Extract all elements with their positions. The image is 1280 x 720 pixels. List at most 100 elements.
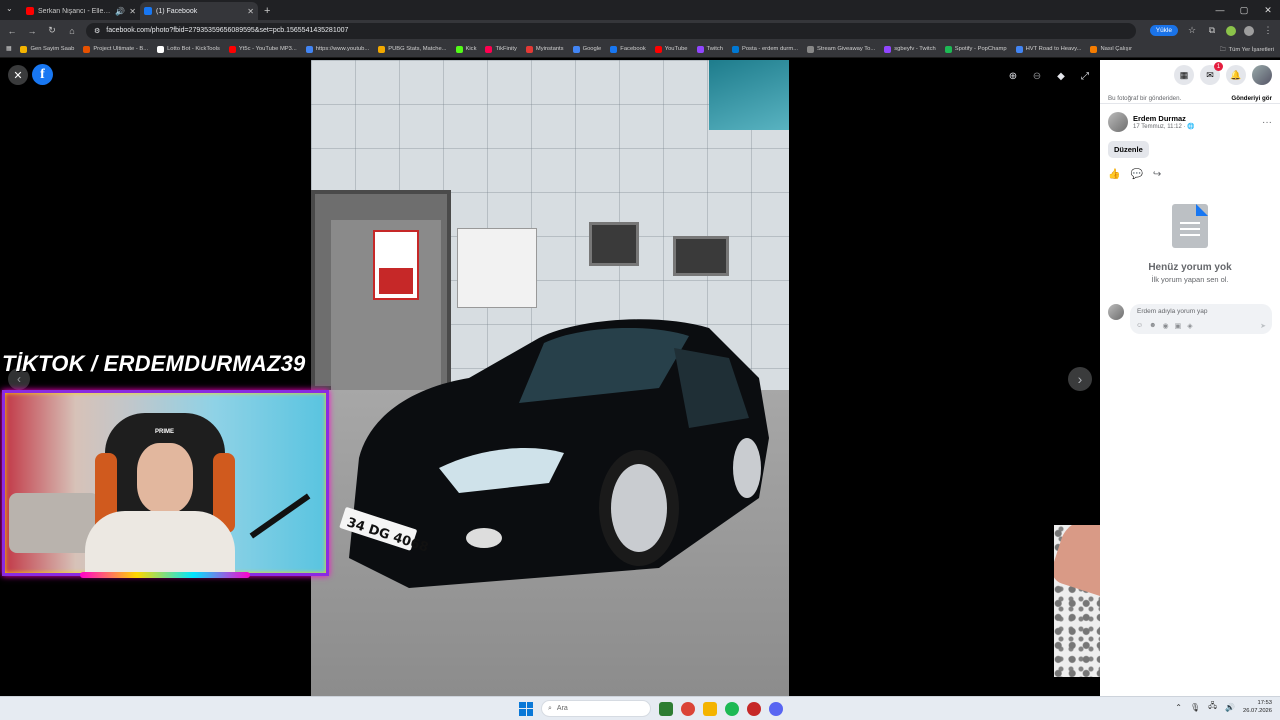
forward-icon[interactable]: → (26, 26, 38, 36)
bookmark-item[interactable]: Yt5c - YouTube MP3... (228, 45, 297, 53)
account-avatar[interactable] (1252, 65, 1272, 85)
close-window-icon[interactable]: ✕ (1256, 0, 1280, 20)
sticker-icon[interactable]: ◈ (1187, 322, 1192, 330)
next-photo-button[interactable]: › (1068, 367, 1092, 391)
tab-title: Serkan Nişancı - Eller Üzer (38, 7, 111, 15)
bookmark-label: PUBG Stats, Matche... (388, 46, 447, 52)
like-icon[interactable]: 👍 (1108, 169, 1120, 180)
site-info-icon[interactable]: ⚙ (94, 27, 100, 35)
comment-icon[interactable]: 💬 (1130, 169, 1142, 180)
comment-placeholder: Erdem adıyla yorum yap (1137, 308, 1208, 315)
taskbar-search-input[interactable]: ⌕ Ara (541, 700, 651, 717)
bookmark-item[interactable]: YouTube (654, 45, 688, 53)
zoom-out-icon[interactable]: ⊖ (1029, 68, 1045, 84)
file-explorer-icon[interactable] (703, 701, 717, 716)
obs-icon[interactable] (747, 701, 761, 716)
comment-input[interactable]: Erdem adıyla yorum yap ☺ ☻ ◉ ▣ ◈ ➤ (1130, 304, 1272, 334)
star-icon[interactable]: ☆ (1186, 25, 1198, 36)
apps-icon[interactable]: ▦ (6, 46, 11, 52)
back-icon[interactable]: ← (6, 26, 18, 36)
bookmark-item[interactable]: Stream Giveaway To... (807, 45, 875, 53)
bookmark-item[interactable]: Nasıl Çalışır (1090, 45, 1132, 53)
bookmark-favicon-icon (696, 45, 704, 53)
home-icon[interactable]: ⌂ (66, 26, 78, 36)
bookmark-item[interactable]: Myinstants (525, 45, 564, 53)
more-options-icon[interactable]: ··· (1262, 117, 1272, 128)
chrome-icon[interactable] (681, 701, 695, 716)
network-icon[interactable]: 🖧 (1208, 700, 1217, 714)
bookmark-item[interactable]: https://www.youtub... (305, 45, 369, 53)
bookmark-item[interactable]: Spotify - PopChamp (944, 45, 1007, 53)
microphone-icon[interactable]: 🎙 (1190, 703, 1200, 712)
chevron-up-icon[interactable]: ⌃ (1175, 703, 1182, 712)
clock-time: 17:53 (1257, 700, 1272, 706)
menu-grid-icon[interactable]: ▦ (1174, 65, 1194, 85)
notifications-bell-icon[interactable]: 🔔 (1226, 65, 1246, 85)
menu-icon[interactable]: ⋮ (1262, 25, 1274, 36)
emoji-icon[interactable]: ☻ (1149, 322, 1156, 330)
minimize-icon[interactable]: — (1208, 0, 1232, 20)
close-tab-icon[interactable]: ✕ (247, 7, 254, 16)
post-date[interactable]: 17 Temmuz, 11:12 · 🌐 (1133, 123, 1195, 130)
avatar-sticker-icon[interactable]: ☺ (1136, 322, 1143, 330)
share-icon[interactable]: ↪ (1153, 169, 1161, 180)
streamer-head (137, 443, 193, 513)
bookmark-favicon-icon (654, 45, 662, 53)
send-icon[interactable]: ➤ (1260, 322, 1266, 330)
zoom-in-icon[interactable]: ⊕ (1005, 68, 1021, 84)
go-to-post-link[interactable]: Gönderiyi gör (1231, 95, 1272, 102)
gif-icon[interactable]: ▣ (1175, 322, 1182, 330)
notification-badge: 1 (1214, 62, 1223, 71)
bookmark-item[interactable]: TikFinity (485, 45, 517, 53)
tab-youtube[interactable]: Serkan Nişancı - Eller Üzer 🔊 ✕ (22, 2, 140, 20)
close-viewer-button[interactable]: ✕ (8, 65, 28, 85)
tab-facebook[interactable]: (1) Facebook ✕ (140, 2, 258, 20)
avatar[interactable] (1108, 112, 1128, 132)
bookmark-item[interactable]: sgbeyfv - Twitch (884, 45, 936, 53)
clock[interactable]: 17:53 26.07.2026 (1243, 699, 1272, 715)
bookmark-item[interactable]: Posta - erdem durm... (731, 45, 799, 53)
bookmark-favicon-icon (485, 45, 493, 53)
tag-icon[interactable]: ◆ (1053, 68, 1069, 84)
maximize-icon[interactable]: ▢ (1232, 0, 1256, 20)
spotify-icon[interactable] (725, 701, 739, 716)
profile-icon[interactable] (1244, 25, 1254, 36)
bookmark-favicon-icon (157, 45, 165, 53)
widgets-icon[interactable] (659, 701, 673, 716)
all-bookmarks[interactable]: 🗀 Tüm Yer İşaretleri (1213, 41, 1274, 57)
bookmark-label: Posta - erdem durm... (741, 46, 799, 52)
new-tab-button[interactable]: + (258, 5, 276, 20)
neon-frame-bar (80, 572, 250, 578)
tab-search-icon[interactable]: ⌄ (6, 4, 13, 13)
bookmark-item[interactable]: HVT Road to Heavy... (1015, 45, 1081, 53)
bookmark-item[interactable]: PUBG Stats, Matche... (378, 45, 447, 53)
bookmark-item[interactable]: Project Ultimate - B... (83, 45, 148, 53)
facebook-logo-icon[interactable]: f (32, 64, 53, 85)
extensions-icon[interactable]: ⧉ (1206, 25, 1218, 36)
window-controls: — ▢ ✕ (1208, 0, 1280, 20)
microphone-arm (249, 493, 311, 539)
tab-title: (1) Facebook (156, 7, 198, 15)
volume-icon[interactable]: 🔊 (1225, 703, 1235, 712)
bookmark-item[interactable]: Lotto Bot - KickTools (157, 45, 220, 53)
bookmark-item[interactable]: Gen Sayim Saab (20, 45, 74, 53)
bookmark-item[interactable]: Google (572, 45, 601, 53)
system-tray: ⌃ 🎙 🖧 🔊 17:53 26.07.2026 (1175, 699, 1272, 715)
bookmark-item[interactable]: Twitch (696, 45, 723, 53)
close-tab-icon[interactable]: ✕ (129, 7, 136, 16)
messenger-icon[interactable]: ✉ 1 (1200, 62, 1223, 85)
reload-icon[interactable]: ↻ (46, 25, 58, 36)
bookmark-item[interactable]: Facebook (610, 45, 646, 53)
discord-icon[interactable] (769, 701, 783, 716)
fullscreen-icon[interactable]: ⤢ (1077, 68, 1093, 84)
camera-icon[interactable]: ◉ (1163, 322, 1169, 330)
url-input[interactable]: ⚙ facebook.com/photo?fbid=27935359656089… (86, 22, 1136, 39)
bookmark-favicon-icon (228, 45, 236, 53)
bookmark-item[interactable]: Kick (455, 45, 476, 53)
edit-button[interactable]: Düzenle (1108, 141, 1149, 158)
install-button[interactable]: Yükle (1149, 25, 1178, 36)
windows-start-icon[interactable] (519, 701, 533, 716)
post-author: Erdem Durmaz 17 Temmuz, 11:12 · 🌐 ··· (1100, 104, 1280, 132)
author-name[interactable]: Erdem Durmaz (1133, 114, 1195, 123)
extension-icon[interactable] (1226, 25, 1236, 36)
